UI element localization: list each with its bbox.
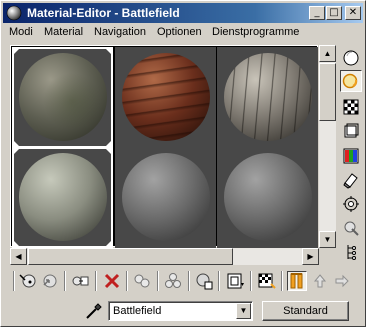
toolbar-separator	[157, 271, 159, 291]
pick-material-eyedropper-icon[interactable]	[84, 301, 104, 321]
scroll-up-button[interactable]: ▲	[319, 45, 336, 62]
toolbar-separator	[95, 271, 97, 291]
active-slot-corner-marker	[12, 239, 21, 248]
active-slot-corner-marker	[104, 147, 113, 156]
toolbar-separator	[281, 271, 283, 291]
default-gray-sphere	[122, 153, 210, 241]
sample-slot-4[interactable]	[12, 147, 113, 248]
material-editor-app-icon	[6, 5, 22, 21]
put-material-to-scene-icon[interactable]	[40, 271, 60, 291]
active-slot-corner-marker	[104, 239, 113, 248]
material-effects-channel-icon[interactable]	[225, 271, 245, 291]
get-material-icon[interactable]	[18, 271, 38, 291]
sample-type-sphere-icon[interactable]	[340, 47, 362, 69]
toolbar-separator	[64, 271, 66, 291]
backlight-icon[interactable]	[340, 70, 362, 92]
chevron-down-icon[interactable]: ▼	[236, 303, 251, 319]
window-title: Material-Editor - Battlefield	[27, 6, 180, 20]
material-editor-window: Material-Editor - Battlefield _ □ ✕ Modi…	[0, 0, 366, 327]
horizontal-scrollbar[interactable]: ◀ ▶	[10, 248, 319, 265]
sample-slots-area	[10, 45, 318, 248]
toolbar-separator	[13, 271, 15, 291]
old-wood-planks-sphere	[224, 53, 312, 141]
close-button[interactable]: ✕	[345, 6, 361, 20]
assign-material-to-selection-icon[interactable]	[70, 271, 90, 291]
material-name-value: Battlefield	[113, 305, 162, 317]
pale-stone-sphere	[19, 153, 107, 241]
video-color-check-icon[interactable]	[340, 145, 362, 167]
scroll-right-button[interactable]: ▶	[302, 248, 319, 265]
mossy-stone-sphere	[19, 53, 107, 141]
toolbar-separator	[126, 271, 128, 291]
active-slot-corner-marker	[12, 47, 21, 56]
side-toolbar	[339, 45, 363, 267]
minimize-button[interactable]: _	[309, 6, 325, 20]
active-slot-corner-marker	[104, 47, 113, 56]
scroll-left-button[interactable]: ◀	[10, 248, 27, 265]
toolbar-separator	[218, 271, 220, 291]
maximize-button[interactable]: □	[326, 6, 342, 20]
material-map-navigator-icon[interactable]	[340, 241, 362, 263]
rusty-metal-bands-sphere	[122, 53, 210, 141]
options-icon[interactable]	[340, 193, 362, 215]
menu-optionen[interactable]: Optionen	[157, 26, 202, 38]
menu-bar: Modi Material Navigation Optionen Dienst…	[3, 24, 363, 42]
select-by-material-icon[interactable]	[340, 217, 362, 239]
horizontal-scroll-thumb[interactable]	[28, 248, 233, 265]
show-end-result-icon[interactable]	[287, 271, 307, 291]
title-bar[interactable]: Material-Editor - Battlefield _ □ ✕	[3, 3, 363, 23]
sample-slot-6[interactable]	[217, 147, 318, 248]
sample-uv-tiling-icon[interactable]	[340, 120, 362, 142]
make-material-copy-icon[interactable]	[132, 271, 152, 291]
make-preview-icon[interactable]	[340, 169, 362, 191]
material-type-button[interactable]: Standard	[262, 301, 349, 321]
menu-modi[interactable]: Modi	[9, 26, 33, 38]
menu-material[interactable]: Material	[44, 26, 83, 38]
vertical-scrollbar[interactable]: ▲ ▼	[319, 45, 336, 248]
active-slot-corner-marker	[12, 147, 21, 156]
toolbar-separator	[250, 271, 252, 291]
default-gray-sphere	[224, 153, 312, 241]
background-checker-icon[interactable]	[340, 96, 362, 118]
show-map-in-viewport-icon[interactable]	[256, 271, 276, 291]
go-forward-to-sibling-icon[interactable]	[332, 271, 352, 291]
sample-slot-1[interactable]	[12, 47, 113, 148]
sample-slot-3[interactable]	[217, 47, 318, 148]
toolbar-separator	[188, 271, 190, 291]
scroll-down-button[interactable]: ▼	[319, 231, 336, 248]
make-unique-icon[interactable]	[163, 271, 183, 291]
go-to-parent-icon[interactable]	[310, 271, 330, 291]
menu-navigation[interactable]: Navigation	[94, 26, 146, 38]
sample-slot-2[interactable]	[115, 47, 216, 148]
bottom-toolbar	[10, 269, 365, 293]
sample-slot-5[interactable]	[115, 147, 216, 248]
put-to-library-icon[interactable]	[194, 271, 214, 291]
material-name-row: Battlefield ▼ Standard	[1, 297, 366, 323]
reset-map-icon[interactable]	[102, 271, 122, 291]
material-name-dropdown[interactable]: Battlefield ▼	[108, 301, 253, 321]
menu-dienstprogramme[interactable]: Dienstprogramme	[212, 26, 299, 38]
vertical-scroll-thumb[interactable]	[319, 63, 336, 121]
